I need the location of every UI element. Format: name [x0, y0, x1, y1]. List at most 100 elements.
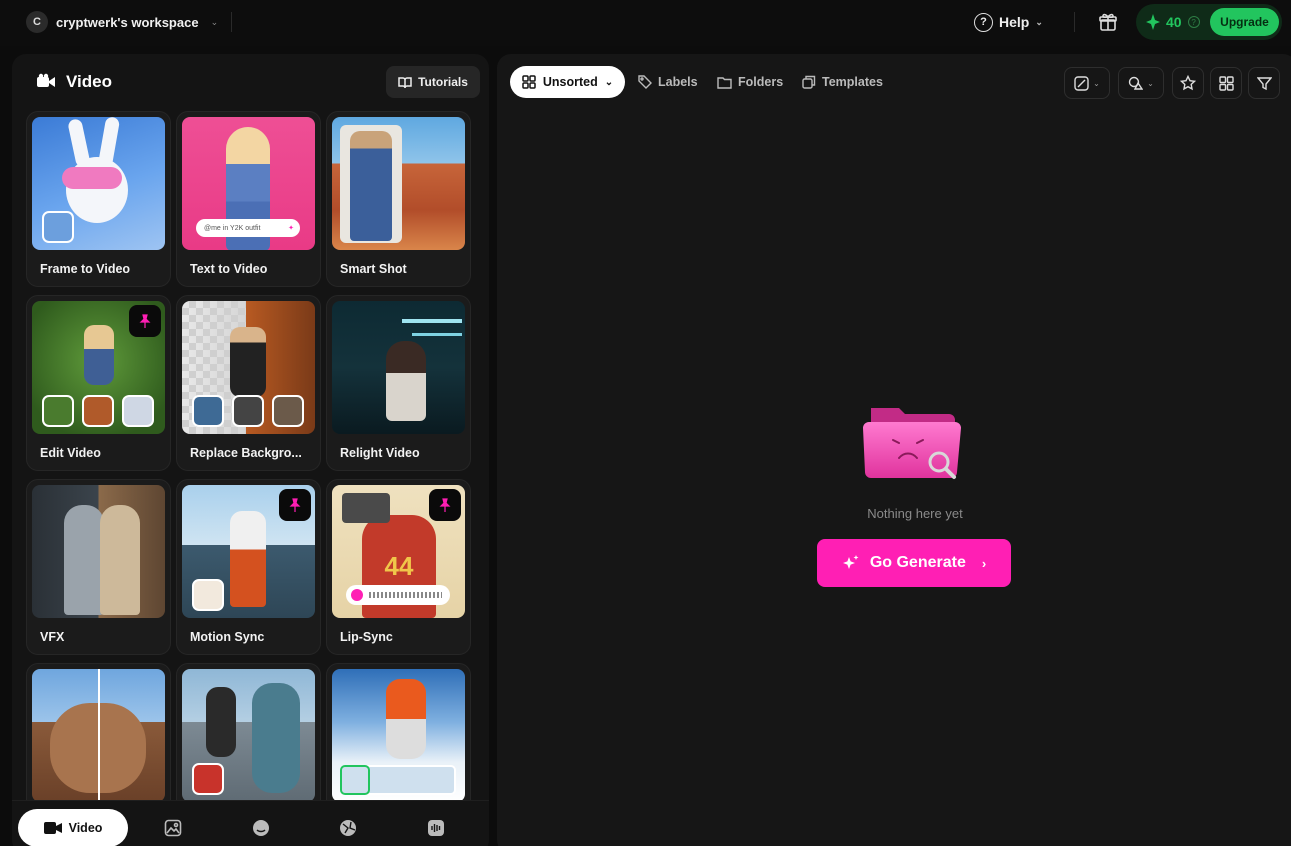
tab-templates[interactable]: Templates — [802, 74, 883, 90]
credits-pill: 40 ? Upgrade — [1136, 4, 1282, 40]
thumbnail-monster — [182, 669, 315, 802]
pin-badge — [279, 489, 311, 521]
aspect-filter-button[interactable]: ⌄ — [1064, 67, 1110, 99]
divider — [1074, 12, 1075, 32]
tab-image[interactable] — [162, 817, 184, 839]
monster-figure — [252, 683, 300, 793]
chevron-down-icon: ⌄ — [1147, 78, 1154, 88]
go-generate-label: Go Generate — [869, 554, 966, 571]
tab-face[interactable] — [250, 817, 272, 839]
tab-folders[interactable]: Folders — [717, 74, 783, 90]
sort-label: Unsorted — [542, 75, 598, 89]
favorites-button[interactable] — [1172, 67, 1204, 99]
tab-templates-text: Templates — [822, 75, 883, 89]
tutorials-button[interactable]: Tutorials — [386, 66, 480, 98]
astronaut-figure — [64, 505, 104, 615]
bunny-ear — [67, 118, 91, 168]
sparkle-icon — [842, 555, 859, 569]
tab-audio[interactable] — [425, 817, 447, 839]
workspace-switcher[interactable]: C cryptwerk's workspace ⌄ — [26, 11, 218, 33]
video-camera-icon — [37, 73, 55, 87]
person-figure — [100, 505, 140, 615]
tool-card-label: Text to Video — [190, 262, 268, 276]
tool-card-smart-shot[interactable]: Smart Shot — [326, 111, 471, 287]
tutorials-label: Tutorials — [418, 75, 468, 89]
divider — [231, 12, 232, 32]
thumbnail-boombox: 44 — [332, 485, 465, 618]
help-button[interactable]: ? Help ⌄ — [974, 11, 1043, 33]
tab-video[interactable]: Video — [18, 809, 128, 846]
chevron-right-icon: › — [981, 555, 987, 571]
panel-header: Video — [36, 72, 112, 92]
person-figure — [230, 327, 266, 397]
bunny-ear — [97, 117, 121, 168]
mini-thumb — [122, 395, 154, 427]
tools-panel: Video Tutorials Frame to Video @me in Y2… — [12, 54, 489, 846]
tool-card-label: Smart Shot — [340, 262, 407, 276]
goggles — [62, 167, 122, 189]
workspace-name: cryptwerk's workspace — [56, 14, 199, 30]
tool-card-label: Relight Video — [340, 446, 420, 460]
go-generate-button[interactable]: Go Generate › — [817, 539, 1011, 587]
pin-icon — [139, 314, 151, 328]
tool-card-motion-sync[interactable]: Motion Sync — [176, 479, 321, 655]
thumbnail-y2k: @me in Y2K outfit ✦ — [182, 117, 315, 250]
cowboy-figure — [350, 131, 392, 241]
mini-thumb — [192, 763, 224, 795]
waveform — [369, 592, 442, 598]
tool-card-replace-background[interactable]: Replace Backgro... — [176, 295, 321, 471]
diamond-icon — [1146, 14, 1160, 30]
tool-card-frame-to-video[interactable]: Frame to Video — [26, 111, 171, 287]
grid-view-button[interactable] — [1210, 67, 1242, 99]
shape-filter-button[interactable]: ⌄ — [1118, 67, 1164, 99]
tab-labels[interactable]: Labels — [638, 74, 698, 90]
split-line — [98, 669, 100, 802]
gift-icon — [1099, 13, 1117, 31]
help-label: Help — [999, 14, 1030, 30]
chevron-down-icon: ⌄ — [1035, 16, 1043, 27]
thumbnail-desert — [332, 117, 465, 250]
book-icon — [398, 76, 412, 88]
prompt-pill: @me in Y2K outfit ✦ — [196, 219, 300, 237]
filter-icon — [1256, 76, 1272, 90]
tool-card-relight-video[interactable]: Relight Video — [326, 295, 471, 471]
tool-card-vfx[interactable]: VFX — [26, 479, 171, 655]
image-icon — [164, 819, 182, 837]
person-figure — [386, 341, 426, 421]
tool-card-lip-sync[interactable]: 44 Lip-Sync — [326, 479, 471, 655]
mini-thumb — [272, 395, 304, 427]
tab-3d[interactable] — [337, 817, 359, 839]
mini-thumb — [232, 395, 264, 427]
audio-dot — [351, 589, 363, 601]
thumbnail-train — [332, 301, 465, 434]
thumbnail-grass — [32, 301, 165, 434]
credits-count: 40 — [1166, 14, 1182, 30]
globe-icon — [340, 820, 356, 836]
assets-panel: Unsorted ⌄ Labels Folders Templates ⌄ ⌄ — [497, 54, 1291, 846]
pin-badge — [429, 489, 461, 521]
tool-card-edit-video[interactable]: Edit Video — [26, 295, 171, 471]
chevron-down-icon: ⌄ — [210, 16, 219, 27]
frame-selected — [340, 765, 370, 795]
templates-icon — [802, 75, 816, 89]
upgrade-button[interactable]: Upgrade — [1210, 8, 1279, 36]
empty-folder-icon — [863, 408, 961, 479]
tab-folders-text: Folders — [738, 75, 784, 89]
light-strip — [402, 319, 462, 323]
tool-card-text-to-video[interactable]: @me in Y2K outfit ✦ Text to Video — [176, 111, 321, 287]
chevron-down-icon: ⌄ — [1093, 78, 1100, 88]
pin-badge — [129, 305, 161, 337]
light-strip — [412, 333, 462, 336]
question-icon: ? — [974, 12, 993, 32]
filter-button[interactable] — [1248, 67, 1280, 99]
sort-dropdown[interactable]: Unsorted ⌄ — [510, 66, 625, 98]
person-figure — [84, 325, 114, 385]
credits-info-icon[interactable]: ? — [1187, 16, 1200, 28]
mini-thumb — [42, 395, 74, 427]
photo-frame — [340, 125, 402, 243]
tool-card-label: Frame to Video — [40, 262, 131, 276]
sparkle-icon: ✦ — [288, 225, 294, 232]
tab-video-label: Video — [68, 821, 103, 835]
tool-card-label: Replace Backgro... — [190, 446, 302, 460]
gift-button[interactable] — [1097, 11, 1119, 33]
